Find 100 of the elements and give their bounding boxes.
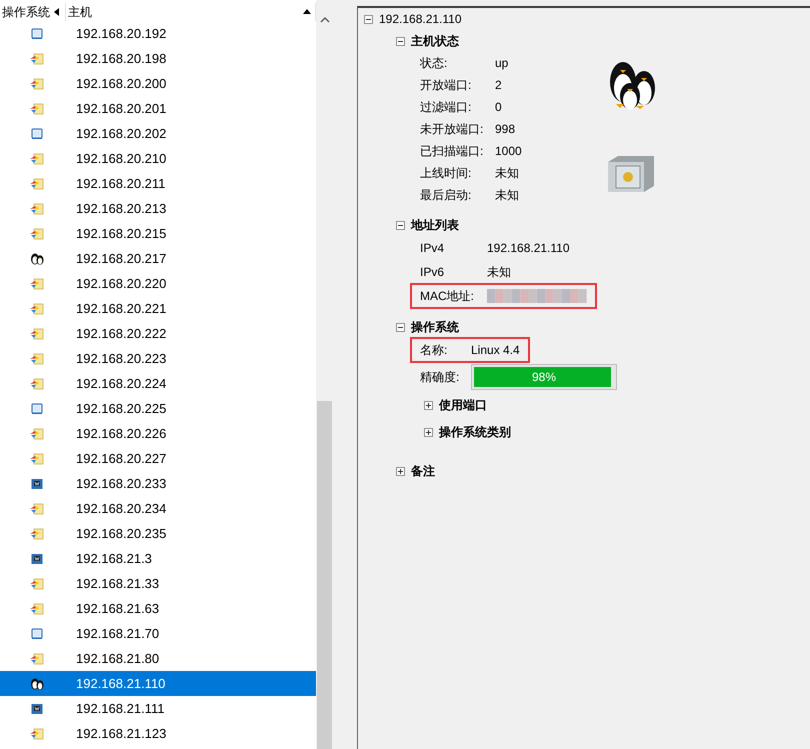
section-title: 主机状态 (411, 32, 459, 50)
host-address: 192.168.20.198 (75, 51, 166, 66)
windows-icon (30, 302, 44, 314)
collapse-icon[interactable] (364, 14, 373, 24)
windows-icon (30, 278, 44, 290)
windows-icon (30, 428, 44, 440)
expand-icon[interactable] (424, 401, 433, 410)
sort-icon (53, 8, 61, 16)
host-row[interactable]: 192.168.20.222 (0, 321, 316, 346)
host-row[interactable]: 192.168.20.217 (0, 246, 316, 271)
host-row[interactable]: 192.168.20.198 (0, 46, 316, 71)
host-row[interactable]: 192.168.20.202 (0, 121, 316, 146)
host-row[interactable]: 192.168.20.225 (0, 396, 316, 421)
host-address: 192.168.20.213 (75, 201, 166, 216)
host-address: 192.168.20.210 (75, 151, 166, 166)
column-header[interactable]: 操作系统 (0, 3, 66, 21)
windows-icon (30, 602, 44, 614)
field-label: IPv4 (420, 241, 446, 255)
host-address: 192.168.20.202 (75, 126, 166, 141)
host-row[interactable]: 192.168.20.221 (0, 296, 316, 321)
host-row[interactable]: 192.168.20.211 (0, 171, 316, 196)
host-title: 192.168.21.110 (379, 12, 462, 26)
section-title: 备注 (411, 462, 435, 480)
host-row[interactable]: 192.168.21.110 (0, 671, 316, 696)
host-row[interactable]: 192.168.20.192 (0, 21, 316, 46)
host-row[interactable]: 192.168.21.123 (0, 721, 316, 746)
host-address: 192.168.20.226 (75, 426, 166, 441)
host-address: 192.168.21.33 (75, 576, 160, 591)
host-address: 192.168.21.110 (75, 676, 166, 691)
field-value: 998 (495, 122, 516, 136)
host-row[interactable]: 192.168.21.111 (0, 696, 316, 721)
host-address: 192.168.20.200 (75, 76, 166, 91)
field-label: 已扫描端口: (420, 142, 484, 160)
windows-icon (30, 78, 44, 90)
windows-icon (30, 652, 44, 664)
host-row[interactable]: 192.168.20.220 (0, 271, 316, 296)
windows-icon (30, 502, 44, 514)
field-value: 未知 (495, 164, 519, 182)
device-icon (31, 702, 43, 714)
collapse-icon[interactable] (396, 36, 405, 46)
accuracy-reading: 98% (530, 369, 558, 386)
field-value: 1000 (495, 144, 522, 158)
windows-icon (30, 578, 44, 590)
field-label: 状态: (420, 54, 448, 72)
subsection-title: 使用端口 (439, 397, 487, 414)
host-row[interactable]: 192.168.21.63 (0, 596, 316, 621)
windows-icon (30, 152, 44, 164)
host-address: 192.168.20.217 (75, 251, 166, 266)
penguin-icon (30, 252, 44, 265)
windows-icon (30, 328, 44, 340)
collapse-icon[interactable] (396, 220, 405, 230)
host-row[interactable]: 192.168.20.234 (0, 496, 316, 521)
windows-icon (30, 52, 44, 64)
host-row[interactable]: 192.168.20.226 (0, 421, 316, 446)
windows-icon (30, 452, 44, 464)
sort-icon (303, 8, 311, 16)
windows-icon (30, 728, 44, 740)
field-label: 精确度: (420, 368, 460, 386)
host-row[interactable]: 192.168.21.70 (0, 621, 316, 646)
host-address: 192.168.21.111 (75, 701, 164, 716)
host-row[interactable]: 192.168.20.215 (0, 221, 316, 246)
field-label: MAC地址: (420, 288, 475, 304)
windows-icon (30, 528, 44, 540)
host-row[interactable]: 192.168.20.233 (0, 471, 316, 496)
host-row[interactable]: 192.168.20.213 (0, 196, 316, 221)
host-row[interactable]: 192.168.20.235 (0, 521, 316, 546)
monitor-icon (31, 628, 43, 640)
field-value: 未知 (495, 186, 519, 204)
expand-icon[interactable] (396, 466, 405, 476)
host-address: 192.168.20.225 (75, 401, 166, 416)
collapse-icon[interactable] (396, 322, 405, 332)
host-address: 192.168.21.80 (75, 651, 160, 666)
host-row[interactable]: 192.168.20.224 (0, 371, 316, 396)
host-row[interactable]: 192.168.21.80 (0, 646, 316, 671)
host-address: 192.168.20.201 (75, 101, 166, 116)
field-value: Linux 4.4 (471, 343, 520, 357)
host-address: 192.168.20.224 (75, 376, 166, 391)
field-label: IPv6 (420, 265, 446, 279)
field-label: 开放端口: (420, 76, 472, 94)
host-address: 192.168.20.234 (75, 501, 166, 516)
field-label: 最后启动: (420, 186, 472, 204)
host-address: 192.168.21.63 (75, 601, 160, 616)
monitor-icon (31, 28, 43, 40)
host-address: 192.168.20.220 (75, 276, 166, 291)
section-title: 操作系统 (411, 318, 459, 336)
host-address: 192.168.21.123 (75, 726, 166, 741)
host-row[interactable]: 192.168.20.210 (0, 146, 316, 171)
windows-icon (30, 102, 44, 114)
host-row[interactable]: 192.168.20.201 (0, 96, 316, 121)
host-row[interactable]: 192.168.20.223 (0, 346, 316, 371)
host-address: 192.168.20.192 (75, 26, 166, 41)
monitor-icon (31, 128, 43, 140)
column-header[interactable]: 主机 (66, 3, 316, 21)
host-row[interactable]: 192.168.21.3 (0, 546, 316, 571)
host-row[interactable]: 192.168.20.227 (0, 446, 316, 471)
expand-icon[interactable] (424, 428, 433, 437)
host-row[interactable]: 192.168.21.33 (0, 571, 316, 596)
scroll-up-icon[interactable] (320, 16, 330, 24)
host-address: 192.168.20.223 (75, 351, 166, 366)
host-row[interactable]: 192.168.20.200 (0, 71, 316, 96)
